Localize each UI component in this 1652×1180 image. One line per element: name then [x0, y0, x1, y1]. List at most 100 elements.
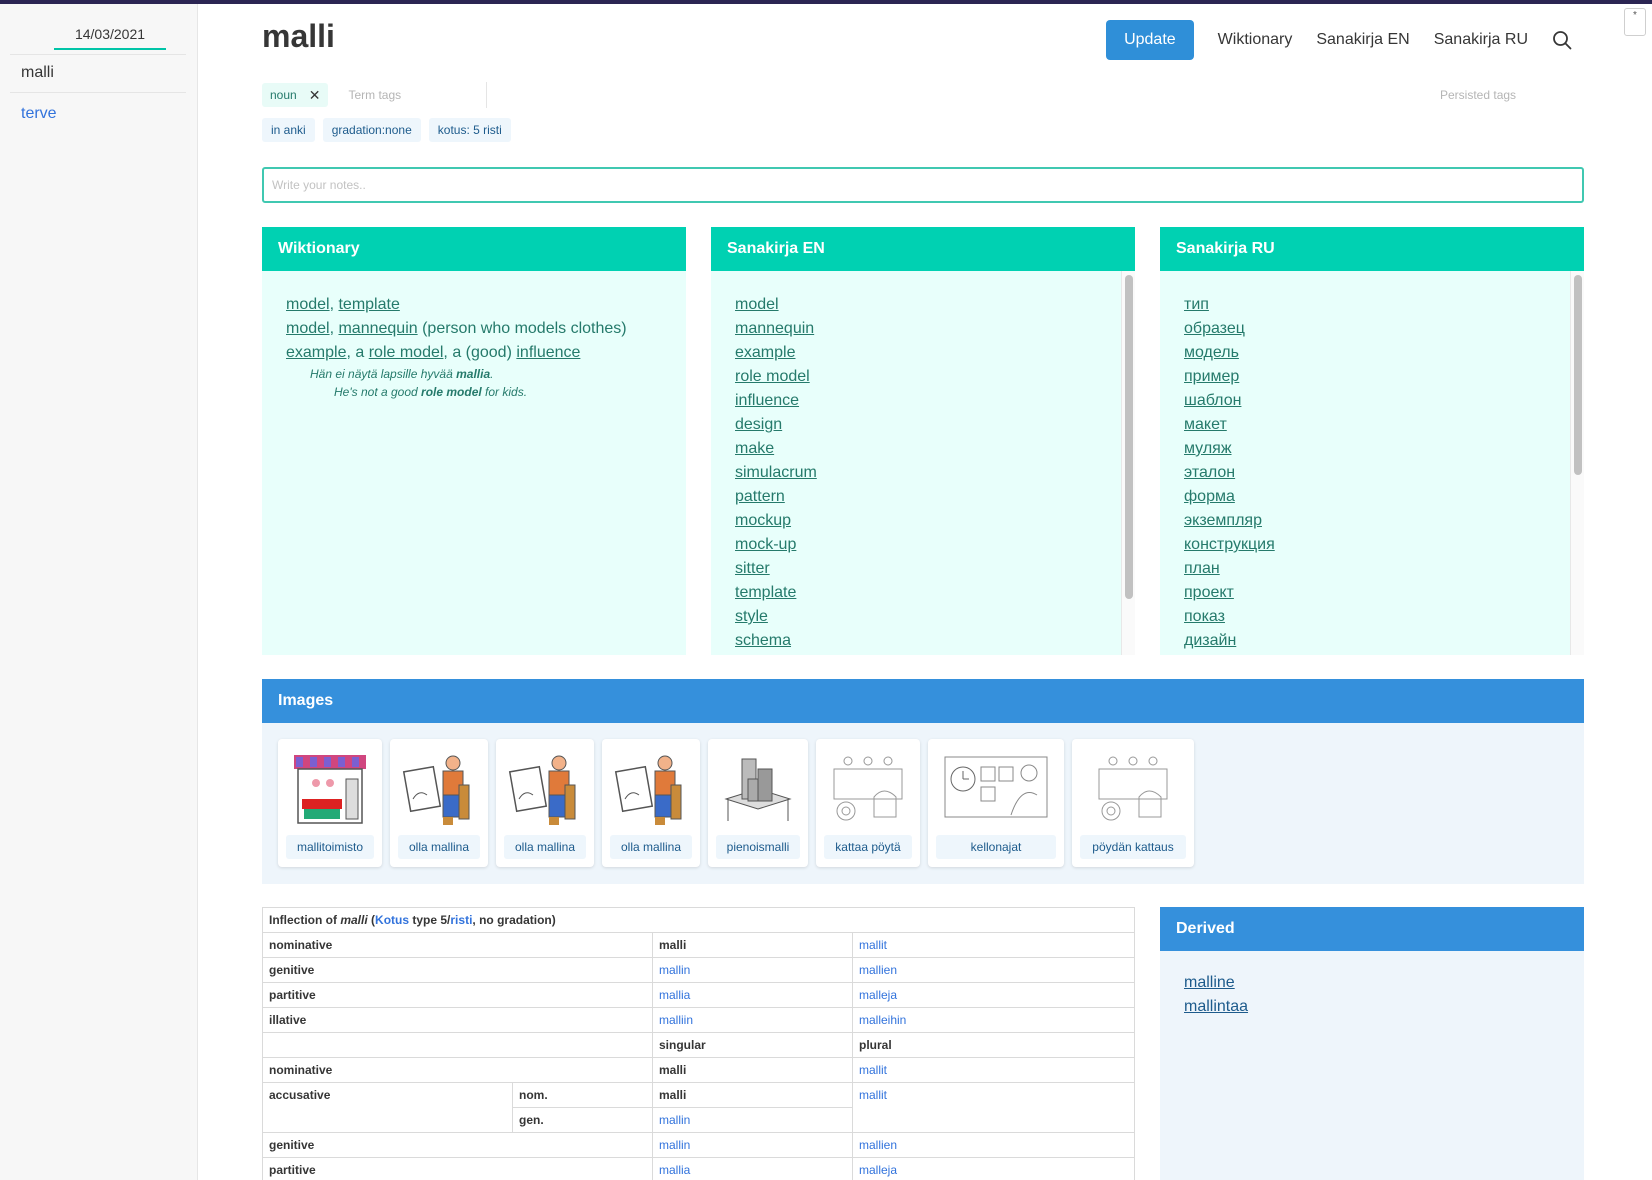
translation-link[interactable]: design — [735, 413, 1111, 437]
translation-link[interactable]: template — [735, 581, 1111, 605]
case-label: nominative — [262, 1057, 653, 1083]
singular-form[interactable]: mallin — [652, 957, 853, 983]
scrollbar-thumb[interactable] — [1574, 275, 1582, 475]
nav-link-wiktionary[interactable]: Wiktionary — [1218, 20, 1293, 60]
definition-text: , a — [346, 344, 369, 361]
sidebar-item-malli[interactable]: malli — [21, 64, 54, 82]
translation-link[interactable]: role model — [735, 365, 1111, 389]
kotus-link[interactable]: Kotus — [375, 913, 409, 927]
image-card[interactable]: olla mallina — [390, 739, 488, 867]
derived-link[interactable]: malline — [1184, 971, 1560, 995]
singular-form[interactable]: mallin — [652, 1132, 853, 1158]
translation-link[interactable]: форма — [1184, 485, 1560, 509]
singular-form[interactable]: mallin — [652, 1107, 853, 1133]
translation-link[interactable]: проект — [1184, 581, 1560, 605]
table-row: nominative malli mallit — [262, 1057, 1135, 1083]
plural-form[interactable]: mallit — [852, 1082, 1135, 1133]
definition-link[interactable]: template — [338, 296, 399, 313]
plural-form[interactable]: mallit — [852, 932, 1135, 958]
sub-case-label: gen. — [512, 1107, 653, 1133]
image-card[interactable]: pienoismalli — [708, 739, 808, 867]
definition-link[interactable]: influence — [516, 344, 580, 361]
nav-link-sanakirja-en[interactable]: Sanakirja EN — [1316, 20, 1409, 60]
tag-in-anki: in anki — [262, 118, 315, 142]
notes-field[interactable]: Write your notes.. — [262, 167, 1584, 203]
risti-link[interactable]: risti — [450, 913, 472, 927]
sidebar-date[interactable]: 14/03/2021 — [54, 26, 166, 50]
sanakirja-ru-panel: Sanakirja RU тип образец модель пример шабло… — [1160, 227, 1584, 655]
translation-link[interactable]: example — [735, 341, 1111, 365]
scrollbar-thumb[interactable] — [1125, 275, 1133, 599]
definition-link[interactable]: model — [286, 296, 330, 313]
translation-link[interactable]: style — [735, 605, 1111, 629]
translation-link[interactable]: mockup — [735, 509, 1111, 533]
plural-form[interactable]: mallit — [852, 1057, 1135, 1083]
plural-form[interactable]: mallien — [852, 957, 1135, 983]
scrollbar[interactable] — [1121, 271, 1135, 655]
translation-link[interactable]: модель — [1184, 341, 1560, 365]
definition-link[interactable]: role model — [369, 344, 444, 361]
definition-link[interactable]: model — [286, 320, 330, 337]
translation-link[interactable]: конструкция — [1184, 533, 1560, 557]
translation-link[interactable]: influence — [735, 389, 1111, 413]
translation-link[interactable]: sitter — [735, 557, 1111, 581]
translation-link[interactable]: эталон — [1184, 461, 1560, 485]
derived-panel: Derived malline mallintaa — [1160, 907, 1584, 1180]
translation-link[interactable]: make — [735, 437, 1111, 461]
table-row: partitive mallia malleja — [262, 982, 1135, 1008]
translation-link[interactable]: дизайн — [1184, 629, 1560, 653]
plural-form[interactable]: malleja — [852, 982, 1135, 1008]
persisted-tags-input[interactable]: Persisted tags — [1440, 88, 1516, 102]
translation-link[interactable]: simulacrum — [735, 461, 1111, 485]
definition-line: model, template — [286, 293, 662, 317]
update-button[interactable]: Update — [1106, 20, 1194, 60]
image-card[interactable]: pöydän kattaus — [1072, 739, 1194, 867]
top-accent-bar — [0, 0, 1652, 4]
image-card[interactable]: kattaa pöytä — [816, 739, 920, 867]
translation-link[interactable]: mannequin — [735, 317, 1111, 341]
sidebar-item-terve[interactable]: terve — [21, 105, 57, 123]
corner-toggle[interactable]: * — [1624, 8, 1646, 36]
image-caption: kattaa pöytä — [824, 835, 912, 859]
plural-form[interactable]: malleja — [852, 1157, 1135, 1180]
panel-title: Sanakirja EN — [711, 227, 1135, 271]
search-icon[interactable] — [1552, 30, 1572, 50]
image-card[interactable]: mallitoimisto — [278, 739, 382, 867]
image-caption: olla mallina — [504, 835, 586, 859]
nav-link-sanakirja-ru[interactable]: Sanakirja RU — [1434, 20, 1528, 60]
derived-link[interactable]: mallintaa — [1184, 995, 1560, 1019]
singular-form[interactable]: mallia — [652, 1157, 853, 1180]
translation-link[interactable]: муляж — [1184, 437, 1560, 461]
translation-link[interactable]: тип — [1184, 293, 1560, 317]
column-header-plural: plural — [852, 1032, 1135, 1058]
translation-link[interactable]: образец — [1184, 317, 1560, 341]
image-card[interactable]: olla mallina — [602, 739, 700, 867]
table-header-row: singular plural — [262, 1032, 1135, 1058]
translation-link[interactable]: pattern — [735, 485, 1111, 509]
singular-form[interactable]: malliin — [652, 1007, 853, 1033]
translation-link[interactable]: пример — [1184, 365, 1560, 389]
translation-link[interactable]: schema — [735, 629, 1111, 653]
close-icon[interactable]: ✕ — [309, 83, 321, 107]
example-text: He's not a good — [334, 385, 422, 399]
translation-link[interactable]: model — [735, 293, 1111, 317]
translation-link[interactable]: mock-up — [735, 533, 1111, 557]
definition-link[interactable]: example — [286, 344, 346, 361]
scrollbar[interactable] — [1570, 271, 1584, 655]
table-row: genitive mallin mallien — [262, 957, 1135, 983]
image-card[interactable]: olla mallina — [496, 739, 594, 867]
translation-link[interactable]: макет — [1184, 413, 1560, 437]
definition-link[interactable]: mannequin — [338, 320, 417, 337]
translation-link[interactable]: шаблон — [1184, 389, 1560, 413]
translation-link[interactable]: план — [1184, 557, 1560, 581]
term-tags-input[interactable]: Term tags — [348, 83, 488, 107]
caption-word: malli — [340, 913, 368, 927]
image-card[interactable]: kellonajat — [928, 739, 1064, 867]
translation-link[interactable]: экземпляр — [1184, 509, 1560, 533]
tag-kotus: kotus: 5 risti — [428, 118, 511, 142]
plural-form[interactable]: mallien — [852, 1132, 1135, 1158]
sanakirja-en-panel: Sanakirja EN model mannequin example role m… — [711, 227, 1135, 655]
plural-form[interactable]: malleihin — [852, 1007, 1135, 1033]
singular-form[interactable]: mallia — [652, 982, 853, 1008]
translation-link[interactable]: показ — [1184, 605, 1560, 629]
